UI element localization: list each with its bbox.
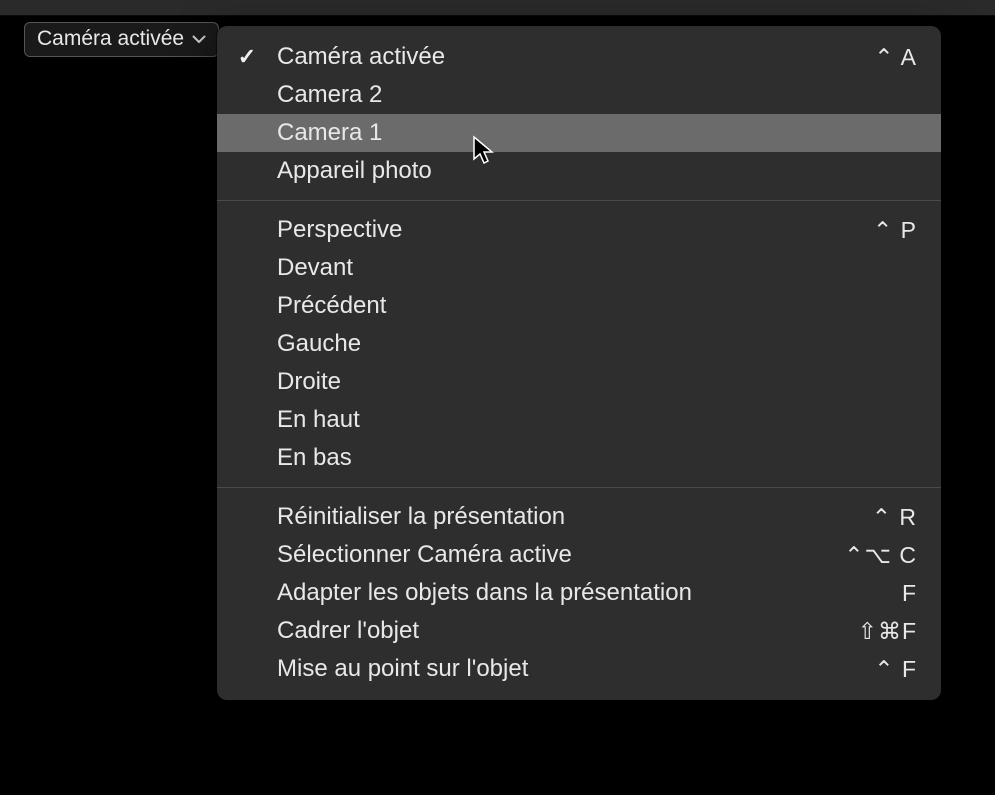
- menu-item-camera-1[interactable]: Camera 1: [217, 114, 941, 152]
- menu-item-label: Sélectionner Caméra active: [277, 541, 828, 569]
- menu-item-gauche[interactable]: Gauche: [217, 325, 941, 363]
- camera-dropdown-label: Caméra activée: [37, 27, 184, 51]
- menu-item-en-bas[interactable]: En bas: [217, 439, 941, 477]
- menu-item-shortcut: ⌃⌥ C: [844, 542, 917, 569]
- menu-item-label: Gauche: [277, 330, 901, 358]
- menu-item-shortcut: ⌃ A: [874, 44, 917, 71]
- menu-item-shortcut: F: [902, 580, 917, 607]
- camera-dropdown-button[interactable]: Caméra activée: [24, 22, 219, 57]
- menu-item-label: Perspective: [277, 216, 857, 244]
- menu-item-selectionner-camera[interactable]: Sélectionner Caméra active ⌃⌥ C: [217, 536, 941, 574]
- menu-item-mise-au-point[interactable]: Mise au point sur l'objet ⌃ F: [217, 650, 941, 688]
- menu-item-shortcut: ⌃ P: [873, 217, 917, 244]
- menu-item-camera-2[interactable]: Camera 2: [217, 76, 941, 114]
- menu-item-camera-activee[interactable]: ✓ Caméra activée ⌃ A: [217, 38, 941, 76]
- chevron-down-icon: [192, 34, 206, 44]
- menu-item-label: Précédent: [277, 292, 901, 320]
- menu-item-label: Devant: [277, 254, 901, 282]
- menu-item-cadrer-objet[interactable]: Cadrer l'objet ⇧⌘F: [217, 612, 941, 650]
- menu-item-devant[interactable]: Devant: [217, 249, 941, 287]
- menu-item-label: Camera 1: [277, 119, 901, 147]
- menu-item-label: Droite: [277, 368, 901, 396]
- menu-item-en-haut[interactable]: En haut: [217, 401, 941, 439]
- menu-item-precedent[interactable]: Précédent: [217, 287, 941, 325]
- menu-item-label: Appareil photo: [277, 157, 901, 185]
- menu-item-label: Camera 2: [277, 81, 901, 109]
- menu-item-label: En haut: [277, 406, 901, 434]
- menu-item-shortcut: ⇧⌘F: [858, 618, 917, 645]
- menu-item-reinitialiser[interactable]: Réinitialiser la présentation ⌃ R: [217, 498, 941, 536]
- menu-separator: [217, 487, 941, 488]
- menu-item-droite[interactable]: Droite: [217, 363, 941, 401]
- menu-item-label: Caméra activée: [277, 43, 858, 71]
- menu-item-perspective[interactable]: Perspective ⌃ P: [217, 211, 941, 249]
- menu-item-shortcut: ⌃ R: [872, 504, 917, 531]
- menu-separator: [217, 200, 941, 201]
- menu-item-label: En bas: [277, 444, 901, 472]
- menu-item-label: Mise au point sur l'objet: [277, 655, 858, 683]
- menu-section-actions: Réinitialiser la présentation ⌃ R Sélect…: [217, 494, 941, 692]
- check-icon: ✓: [238, 44, 256, 70]
- check-col: ✓: [217, 44, 277, 70]
- menu-section-views: Perspective ⌃ P Devant Précédent Gauche …: [217, 207, 941, 481]
- menu-item-label: Réinitialiser la présentation: [277, 503, 856, 531]
- top-bar: [0, 0, 995, 16]
- menu-item-adapter-objets[interactable]: Adapter les objets dans la présentation …: [217, 574, 941, 612]
- camera-menu: ✓ Caméra activée ⌃ A Camera 2 Camera 1 A…: [217, 26, 941, 700]
- menu-item-shortcut: ⌃ F: [874, 656, 917, 683]
- menu-item-appareil-photo[interactable]: Appareil photo: [217, 152, 941, 190]
- menu-item-label: Cadrer l'objet: [277, 617, 842, 645]
- menu-item-label: Adapter les objets dans la présentation: [277, 579, 886, 607]
- menu-section-cameras: ✓ Caméra activée ⌃ A Camera 2 Camera 1 A…: [217, 34, 941, 194]
